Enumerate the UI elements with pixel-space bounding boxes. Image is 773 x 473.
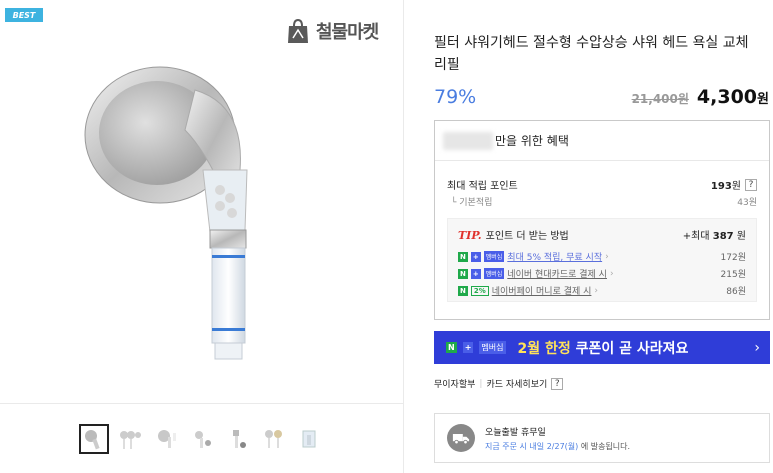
coupon-banner[interactable]: N + 멤버십 2월 한정 쿠폰이 곧 사라져요 › [434,331,770,364]
banner-message: 쿠폰이 곧 사라져요 [570,340,689,357]
membership-badge: 멤버십 [479,341,506,354]
shower-head-image[interactable] [75,50,335,380]
shopping-bag-icon [288,18,308,43]
tip-max-unit: 원 [736,231,746,242]
tip-row-card[interactable]: N + 멤버십 네이버 현대카드로 결제 시 › 215원 [458,267,746,280]
max-points-label: 최대 적립 포인트 [447,181,518,192]
tip-header: TIP. 포인트 더 받는 방법 +최대 387 원 [458,227,746,242]
sale-price-unit: 원 [757,92,769,107]
max-points-row: 최대 적립 포인트 193원 ? [447,177,757,192]
thumbnail-1[interactable] [79,423,109,454]
naver-n-icon: N [446,342,457,353]
shipping-title: 오늘출발 휴무일 [485,427,546,438]
naver-n-icon: N [458,251,468,262]
tip-max-prefix: +최대 [682,231,710,242]
tip-link-money[interactable]: 네이버페이 머니로 결제 시 [492,284,592,297]
benefit-title: 만을 위한 혜택 [495,134,569,148]
help-button[interactable]: ? [745,178,757,191]
plus-icon: + [470,268,481,279]
basic-points-label: └ 기본적립 [451,198,493,208]
max-points-unit: 원 [731,181,741,192]
max-points-number: 193 [710,181,732,192]
product-title: 필터 샤워기헤드 절수형 수압상승 샤워 헤드 욕실 교체 리필 [434,35,749,73]
thumbnail-7[interactable] [295,424,325,454]
card-detail-link[interactable]: 카드 자세히보기 [486,377,547,390]
tip-amount: 215원 [720,270,746,280]
plus-icon: + [462,342,474,353]
thumbnail-3[interactable] [151,424,181,454]
shipping-desc-rest: 에 발송됩니다. [580,441,631,451]
discount-rate: 79% [434,86,477,108]
shipping-date: 지금 주문 시 내일 2/27(월) [485,441,579,451]
thumbnail-5[interactable] [223,424,253,454]
sale-price: 4,300원 [697,86,769,108]
thumbnail-6[interactable] [259,424,289,454]
membership-badge: 멤버십 [483,251,505,262]
best-badge: BEST [5,8,43,22]
product-info-panel: 필터 샤워기헤드 절수형 수압상승 샤워 헤드 욕실 교체 리필 79% 21,… [434,0,773,473]
shipping-box: 오늘출발 휴무일 지금 주문 시 내일 2/27(월) 에 발송됩니다. [434,413,770,463]
tip-row-membership[interactable]: N + 멤버십 최대 5% 적립, 무료 시작 › 172원 [458,250,746,263]
tip-amount: 172원 [720,253,746,263]
price-box: 21,400원 4,300원 [632,86,769,108]
plus-icon: + [470,251,481,262]
shower-head-icon [85,429,100,449]
tip-row-money[interactable]: N 2% 네이버페이 머니로 결제 시 › 86원 [458,284,746,297]
max-points-value: 193원 ? [711,177,757,192]
blurred-username [443,131,493,150]
shower-head-icon [233,429,246,448]
basic-points-row: └ 기본적립 43원 [451,195,757,208]
chevron-right-icon: › [605,251,609,262]
two-percent-badge: 2% [470,285,489,296]
tip-word: TIP. [458,229,482,242]
help-button[interactable]: ? [551,377,564,390]
shower-head-icon [158,429,176,448]
product-image-panel: BEST 철물마켓 [0,0,404,473]
installment-row: 무이자할부 | 카드 자세히보기 ? [434,377,564,390]
banner-highlight: 2월 한정 [517,340,571,357]
shipping-desc: 지금 주문 시 내일 2/27(월) 에 발송됩니다. [485,441,630,452]
divider: | [479,378,483,389]
tip-max-value: 387 [712,231,734,242]
shower-head-icon [120,430,141,449]
original-price: 21,400원 [631,92,689,106]
tip-label: 포인트 더 받는 방법 [485,231,569,242]
thumbnail-strip [0,403,404,473]
chevron-right-icon: › [594,285,599,296]
brand-logo[interactable]: 철물마켓 [286,18,379,44]
benefit-box: 만을 위한 혜택 최대 적립 포인트 193원 ? └ 기본적립 43원 TIP… [434,120,770,320]
shipping-info: 오늘출발 휴무일 지금 주문 시 내일 2/27(월) 에 발송됩니다. [485,425,630,452]
shower-head-icon [265,429,282,448]
naver-n-icon: N [458,285,468,296]
truck-icon [447,424,475,452]
chevron-right-icon: › [609,268,614,279]
thumbnail-2[interactable] [115,424,145,454]
benefit-header: 만을 위한 혜택 [435,121,769,161]
basic-points-label-text: 기본적립 [459,198,493,208]
brand-name: 철물마켓 [316,22,379,43]
naver-n-icon: N [458,268,468,279]
membership-badge: 멤버십 [483,268,505,279]
tip-amount: 86원 [726,287,746,297]
banner-text: 2월 한정 쿠폰이 곧 사라져요 [518,338,689,358]
sale-price-value: 4,300 [696,86,758,108]
basic-points-value: 43원 [737,198,757,208]
tip-box: TIP. 포인트 더 받는 방법 +최대 387 원 N + 멤버십 최대 5% 적립… [447,218,757,302]
shower-head-icon [195,430,211,448]
tip-link-membership[interactable]: 최대 5% 적립, 무료 시작 [507,250,602,263]
tip-link-card[interactable]: 네이버 현대카드로 결제 시 [507,267,607,280]
chevron-right-icon: › [754,339,760,356]
tip-max: +최대 387 원 [683,227,746,242]
installment-label[interactable]: 무이자할부 [434,377,475,390]
thumbnail-4[interactable] [187,424,217,454]
shower-head-icon [302,430,316,447]
